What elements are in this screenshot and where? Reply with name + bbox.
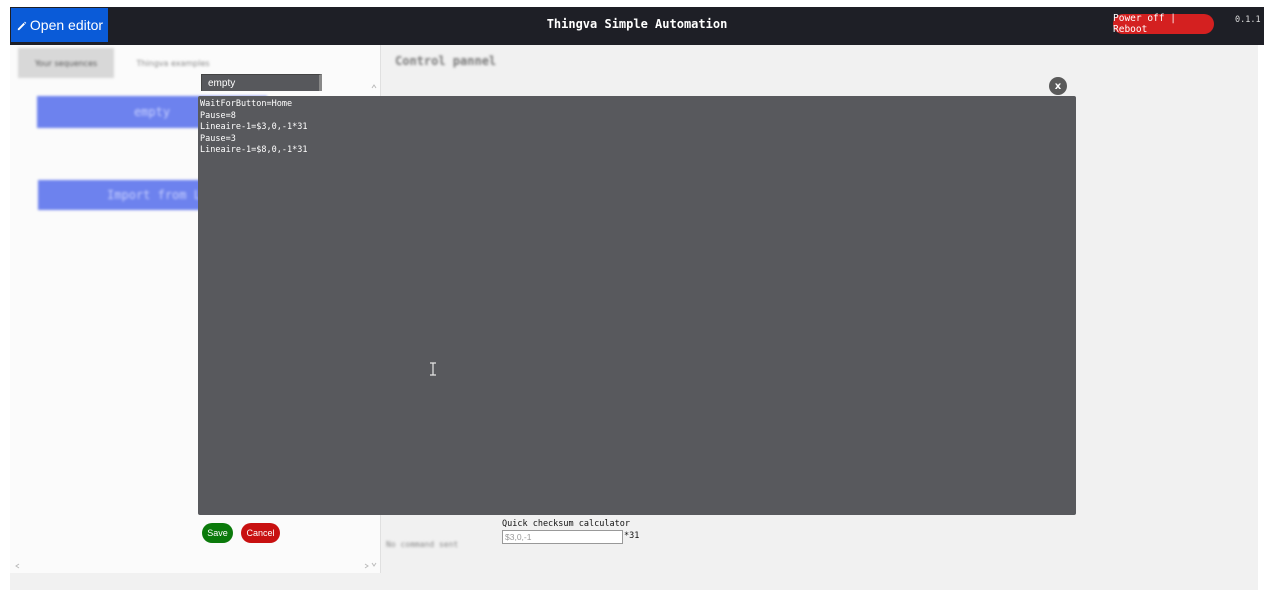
top-bar: Thingva Simple Automation Open editor Po… <box>10 7 1264 45</box>
power-reboot-button[interactable]: Power off | Reboot <box>1113 13 1214 35</box>
close-icon[interactable]: x <box>1049 77 1067 95</box>
checksum-calculator-label: Quick checksum calculator <box>502 519 630 529</box>
pencil-icon <box>16 20 27 31</box>
panel-horizontal-scrollbar[interactable] <box>14 562 370 570</box>
save-button[interactable]: Save <box>202 523 233 543</box>
cancel-button[interactable]: Cancel <box>241 523 280 543</box>
open-editor-label: Open editor <box>29 17 104 33</box>
control-panel-title: Control pannel <box>395 54 497 68</box>
version-label: 0.1.1 <box>1235 15 1261 25</box>
tab-your-sequences[interactable]: Your sequences <box>18 48 114 78</box>
command-status: No command sent <box>386 540 459 549</box>
app-title: Thingva Simple Automation <box>546 17 728 31</box>
checksum-result: *31 <box>624 531 640 541</box>
sequence-editor-textarea[interactable]: WaitForButton=Home Pause=8 Lineaire-1=$3… <box>198 96 1076 515</box>
open-editor-button[interactable]: Open editor <box>11 8 108 42</box>
checksum-input[interactable] <box>502 530 623 544</box>
sequence-name-input[interactable] <box>201 74 322 91</box>
text-cursor-icon <box>429 361 437 380</box>
